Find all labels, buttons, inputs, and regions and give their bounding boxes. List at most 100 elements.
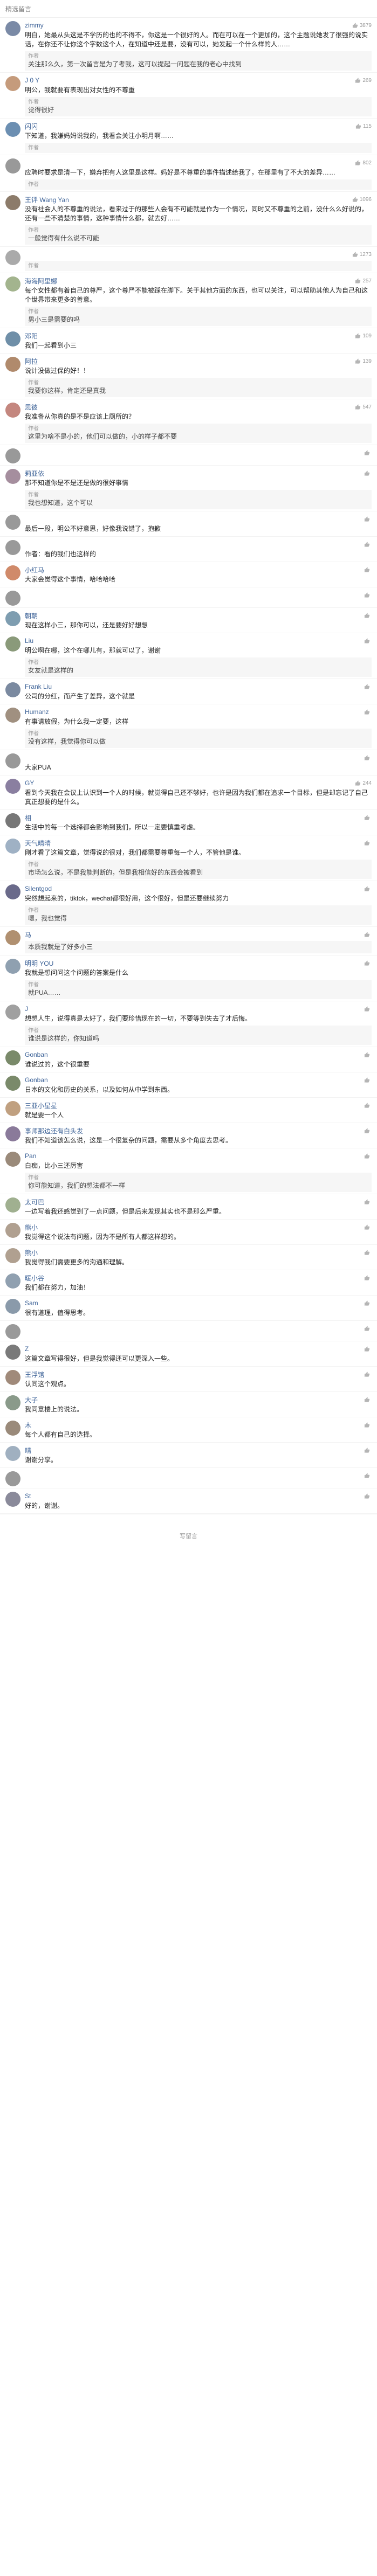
comment-text: 那不知道你是不是还是做的很好事情	[25, 479, 129, 487]
avatar[interactable]	[5, 158, 20, 174]
commenter-name: St	[25, 1492, 31, 1500]
avatar[interactable]	[5, 469, 20, 484]
like-button[interactable]	[364, 1127, 372, 1134]
avatar[interactable]	[5, 1370, 20, 1385]
avatar[interactable]	[5, 1152, 20, 1167]
avatar[interactable]	[5, 1076, 20, 1091]
like-button[interactable]	[364, 709, 372, 715]
like-button[interactable]	[364, 1199, 372, 1205]
like-button[interactable]: 109	[355, 333, 372, 339]
avatar[interactable]	[5, 884, 20, 899]
avatar[interactable]	[5, 76, 20, 91]
like-button[interactable]: 269	[355, 78, 372, 84]
like-button[interactable]	[364, 1077, 372, 1083]
like-button[interactable]	[364, 683, 372, 690]
avatar[interactable]	[5, 1471, 20, 1486]
avatar[interactable]	[5, 1223, 20, 1238]
like-button[interactable]	[364, 638, 372, 644]
avatar[interactable]	[5, 357, 20, 372]
like-button[interactable]	[364, 1371, 372, 1377]
like-button[interactable]	[364, 1396, 372, 1403]
like-button[interactable]	[364, 1300, 372, 1306]
avatar[interactable]	[5, 1421, 20, 1436]
commenter-name: 太可巴	[25, 1198, 45, 1206]
like-button[interactable]	[364, 516, 372, 522]
comment-top: GY 244	[25, 779, 372, 787]
like-button[interactable]: 257	[355, 278, 372, 284]
commenter-name: zimmy	[25, 22, 44, 29]
avatar[interactable]	[5, 276, 20, 292]
like-button[interactable]	[364, 1006, 372, 1012]
avatar[interactable]	[5, 591, 20, 606]
avatar[interactable]	[5, 250, 20, 265]
like-button[interactable]	[364, 592, 372, 598]
avatar[interactable]	[5, 813, 20, 828]
avatar[interactable]	[5, 540, 20, 555]
avatar[interactable]	[5, 515, 20, 530]
avatar[interactable]	[5, 1492, 20, 1507]
like-button[interactable]	[364, 840, 372, 846]
avatar[interactable]	[5, 1126, 20, 1141]
like-button[interactable]: 115	[355, 123, 372, 129]
avatar[interactable]	[5, 636, 20, 652]
like-button[interactable]: 3879	[352, 23, 372, 29]
avatar[interactable]	[5, 1345, 20, 1360]
avatar[interactable]	[5, 839, 20, 854]
like-button[interactable]: 547	[355, 404, 372, 410]
avatar[interactable]	[5, 1050, 20, 1065]
comments-header: 精选留言	[0, 0, 377, 18]
avatar[interactable]	[5, 1248, 20, 1263]
like-button[interactable]	[364, 1153, 372, 1159]
like-button[interactable]	[364, 1275, 372, 1281]
comments-footer[interactable]: 写留言	[0, 1514, 377, 1557]
avatar[interactable]	[5, 1395, 20, 1410]
like-button[interactable]	[364, 541, 372, 548]
like-button[interactable]: 802	[355, 160, 372, 166]
avatar[interactable]	[5, 753, 20, 768]
avatar[interactable]	[5, 403, 20, 418]
avatar[interactable]	[5, 122, 20, 137]
like-button[interactable]	[364, 814, 372, 821]
like-button[interactable]	[364, 1325, 372, 1332]
like-button[interactable]: 1273	[352, 252, 372, 258]
avatar[interactable]	[5, 1273, 20, 1289]
like-button[interactable]	[364, 1102, 372, 1109]
like-button[interactable]	[364, 566, 372, 573]
avatar[interactable]	[5, 1324, 20, 1339]
like-button[interactable]	[364, 1472, 372, 1479]
avatar[interactable]	[5, 331, 20, 347]
like-button[interactable]	[364, 612, 372, 619]
like-button[interactable]	[364, 470, 372, 476]
like-button[interactable]	[364, 1346, 372, 1352]
like-button[interactable]	[364, 885, 372, 892]
thumb-up-icon	[364, 592, 370, 598]
like-button[interactable]: 139	[355, 358, 372, 364]
avatar[interactable]	[5, 1446, 20, 1461]
avatar[interactable]	[5, 1101, 20, 1116]
avatar[interactable]	[5, 1005, 20, 1020]
like-button[interactable]	[364, 1224, 372, 1230]
avatar[interactable]	[5, 779, 20, 794]
like-button[interactable]: 244	[355, 780, 372, 786]
avatar[interactable]	[5, 930, 20, 945]
like-button[interactable]	[364, 931, 372, 938]
avatar[interactable]	[5, 1197, 20, 1213]
like-button[interactable]	[364, 960, 372, 966]
avatar[interactable]	[5, 565, 20, 580]
avatar[interactable]	[5, 708, 20, 723]
avatar[interactable]	[5, 195, 20, 210]
like-button[interactable]	[364, 1493, 372, 1499]
like-button[interactable]	[364, 1249, 372, 1256]
avatar[interactable]	[5, 21, 20, 36]
like-button[interactable]	[364, 1447, 372, 1453]
like-button[interactable]	[364, 1422, 372, 1428]
like-button[interactable]: 1096	[352, 197, 372, 203]
avatar[interactable]	[5, 1299, 20, 1314]
like-button[interactable]	[364, 449, 372, 456]
like-button[interactable]	[364, 1051, 372, 1058]
avatar[interactable]	[5, 682, 20, 697]
avatar[interactable]	[5, 611, 20, 626]
like-button[interactable]	[364, 754, 372, 761]
avatar[interactable]	[5, 448, 20, 463]
avatar[interactable]	[5, 959, 20, 974]
